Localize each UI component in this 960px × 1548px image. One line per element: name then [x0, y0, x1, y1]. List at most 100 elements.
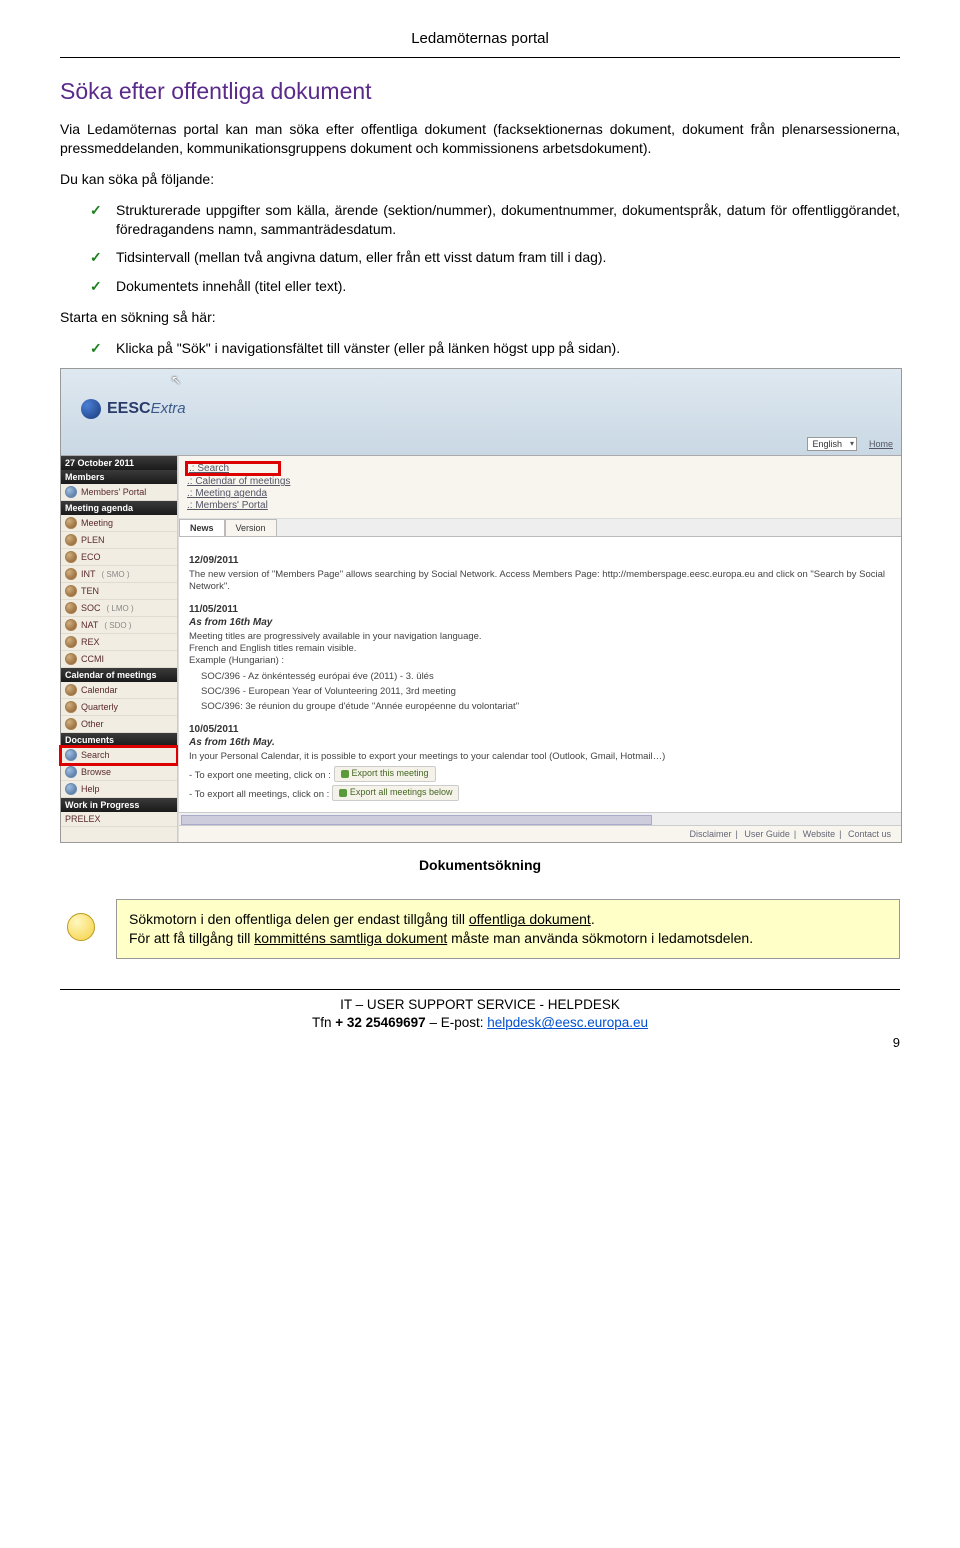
- news-body: The new version of "Members Page" allows…: [189, 569, 891, 594]
- ss-footer: Disclaimer| User Guide| Website| Contact…: [179, 825, 901, 842]
- orb-icon: [65, 602, 77, 614]
- sidebar-item-browse[interactable]: Browse: [61, 764, 177, 781]
- bullet-item: Strukturerade uppgifter som källa, ärend…: [90, 201, 900, 239]
- sidebar-item-quarterly[interactable]: Quarterly: [61, 699, 177, 716]
- orb-icon: [65, 653, 77, 665]
- sidebar-section-calendar: Calendar of meetings: [61, 668, 177, 682]
- news-body: Meeting titles are progressively availab…: [189, 631, 891, 668]
- orb-icon: [65, 534, 77, 546]
- scrollbar[interactable]: [179, 812, 901, 825]
- news-date: 10/05/2011: [189, 724, 891, 735]
- sub1: Du kan söka på följande:: [60, 170, 900, 189]
- sidebar-item-members-portal[interactable]: Members' Portal: [61, 484, 177, 501]
- news-example: SOC/396 - European Year of Volunteering …: [201, 686, 891, 698]
- sidebar-item-meeting[interactable]: Meeting: [61, 515, 177, 532]
- news-date: 12/09/2011: [189, 555, 891, 566]
- sidebar-item-search[interactable]: Search: [61, 747, 177, 764]
- eesc-logo: EESCExtra: [81, 399, 186, 419]
- export-meeting-button[interactable]: Export this meeting: [334, 766, 436, 782]
- bullet-item: Dokumentets innehåll (titel eller text).: [90, 277, 900, 296]
- mouse-cursor-icon: ↖: [171, 373, 181, 387]
- footer-rule: [60, 989, 900, 990]
- tip-content: Sökmotorn i den offentliga delen ger end…: [116, 899, 900, 959]
- help-icon: [65, 783, 77, 795]
- footer-link-disclaimer[interactable]: Disclaimer: [690, 829, 732, 839]
- sidebar-item-prelex[interactable]: PRELEX: [61, 812, 177, 827]
- sidebar-item-nat[interactable]: NAT( SDO ): [61, 617, 177, 634]
- sidebar-section-members: Members: [61, 470, 177, 484]
- ss-banner: ↖ EESCExtra English Home: [61, 369, 901, 456]
- sidebar-section-documents: Documents: [61, 733, 177, 747]
- embedded-screenshot: ↖ EESCExtra English Home 27 October 2011…: [60, 368, 902, 843]
- news-panel: 12/09/2011 The new version of "Members P…: [179, 537, 901, 812]
- news-body: In your Personal Calendar, it is possibl…: [189, 751, 891, 763]
- sidebar-item-other[interactable]: Other: [61, 716, 177, 733]
- ss-sidebar: 27 October 2011 Members Members' Portal …: [61, 456, 178, 842]
- export-all-button[interactable]: Export all meetings below: [332, 785, 460, 801]
- search-icon: [65, 749, 77, 761]
- browse-icon: [65, 766, 77, 778]
- tab-version[interactable]: Version: [225, 519, 277, 536]
- page-footer: IT – USER SUPPORT SERVICE - HELPDESK Tfn…: [60, 989, 900, 1049]
- sidebar-section-agenda: Meeting agenda: [61, 501, 177, 515]
- export-row: - To export all meetings, click on : Exp…: [189, 785, 891, 801]
- sidebar-item-calendar[interactable]: Calendar: [61, 682, 177, 699]
- helpdesk-email-link[interactable]: helpdesk@eesc.europa.eu: [487, 1015, 648, 1030]
- page-header: Ledamöternas portal: [60, 30, 900, 47]
- news-date: 11/05/2011: [189, 604, 891, 615]
- footer-text: IT – USER SUPPORT SERVICE - HELPDESK Tfn…: [60, 996, 900, 1032]
- eesc-logo-text: EESCExtra: [107, 400, 186, 418]
- news-example: SOC/396 - Az önkéntesség európai éve (20…: [201, 671, 891, 683]
- footer-link-website[interactable]: Website: [803, 829, 835, 839]
- orb-icon: [65, 619, 77, 631]
- tabs: News Version: [179, 519, 901, 537]
- orb-icon: [65, 517, 77, 529]
- sidebar-item-soc[interactable]: SOC( LMO ): [61, 600, 177, 617]
- sidebar-item-rex[interactable]: REX: [61, 634, 177, 651]
- bullet-item: Klicka på "Sök" i navigationsfältet till…: [90, 339, 900, 358]
- sidebar-item-plen[interactable]: PLEN: [61, 532, 177, 549]
- footer-link-contact[interactable]: Contact us: [848, 829, 891, 839]
- sidebar-section-wip: Work in Progress: [61, 798, 177, 812]
- quick-agenda-link[interactable]: .: Meeting agenda: [187, 488, 893, 499]
- members-icon: [65, 486, 77, 498]
- orb-icon: [65, 701, 77, 713]
- sidebar-item-int[interactable]: INT( SMO ): [61, 566, 177, 583]
- intro-para: Via Ledamöternas portal kan man söka eft…: [60, 120, 900, 158]
- figure-caption: Dokumentsökning: [60, 857, 900, 873]
- language-select[interactable]: English: [807, 437, 857, 451]
- orb-icon: [65, 684, 77, 696]
- orb-icon: [65, 585, 77, 597]
- sidebar-item-help[interactable]: Help: [61, 781, 177, 798]
- sidebar-item-ten[interactable]: TEN: [61, 583, 177, 600]
- header-rule: [60, 57, 900, 58]
- tip-box: Sökmotorn i den offentliga delen ger end…: [60, 899, 900, 959]
- news-sub: As from 16th May: [189, 617, 891, 628]
- bullet-item: Tidsintervall (mellan två angivna datum,…: [90, 248, 900, 267]
- bullets-1: Strukturerade uppgifter som källa, ärend…: [90, 201, 900, 297]
- sidebar-item-eco[interactable]: ECO: [61, 549, 177, 566]
- quick-search-link[interactable]: .: Search: [187, 463, 279, 474]
- ss-main: .: Search .: Calendar of meetings .: Mee…: [178, 456, 901, 842]
- quick-links: .: Search .: Calendar of meetings .: Mee…: [179, 456, 901, 519]
- quick-members-link[interactable]: .: Members' Portal: [187, 500, 893, 511]
- footer-link-userguide[interactable]: User Guide: [744, 829, 790, 839]
- news-example: SOC/396: 3e réunion du groupe d'étude "A…: [201, 701, 891, 713]
- section-title: Söka efter offentliga dokument: [60, 78, 900, 105]
- bullets-2: Klicka på "Sök" i navigationsfältet till…: [90, 339, 900, 358]
- sub2: Starta en sökning så här:: [60, 308, 900, 327]
- lightbulb-icon: [60, 909, 100, 949]
- sidebar-item-ccmi[interactable]: CCMI: [61, 651, 177, 668]
- orb-icon: [65, 568, 77, 580]
- quick-calendar-link[interactable]: .: Calendar of meetings: [187, 476, 893, 487]
- orb-icon: [65, 551, 77, 563]
- tab-news[interactable]: News: [179, 519, 225, 536]
- orb-icon: [65, 718, 77, 730]
- news-sub: As from 16th May.: [189, 737, 891, 748]
- eesc-logo-icon: [81, 399, 101, 419]
- page-number: 9: [60, 1035, 900, 1050]
- export-row: - To export one meeting, click on : Expo…: [189, 766, 891, 782]
- orb-icon: [65, 636, 77, 648]
- lang-area: English Home: [807, 437, 893, 451]
- home-link[interactable]: Home: [869, 439, 893, 449]
